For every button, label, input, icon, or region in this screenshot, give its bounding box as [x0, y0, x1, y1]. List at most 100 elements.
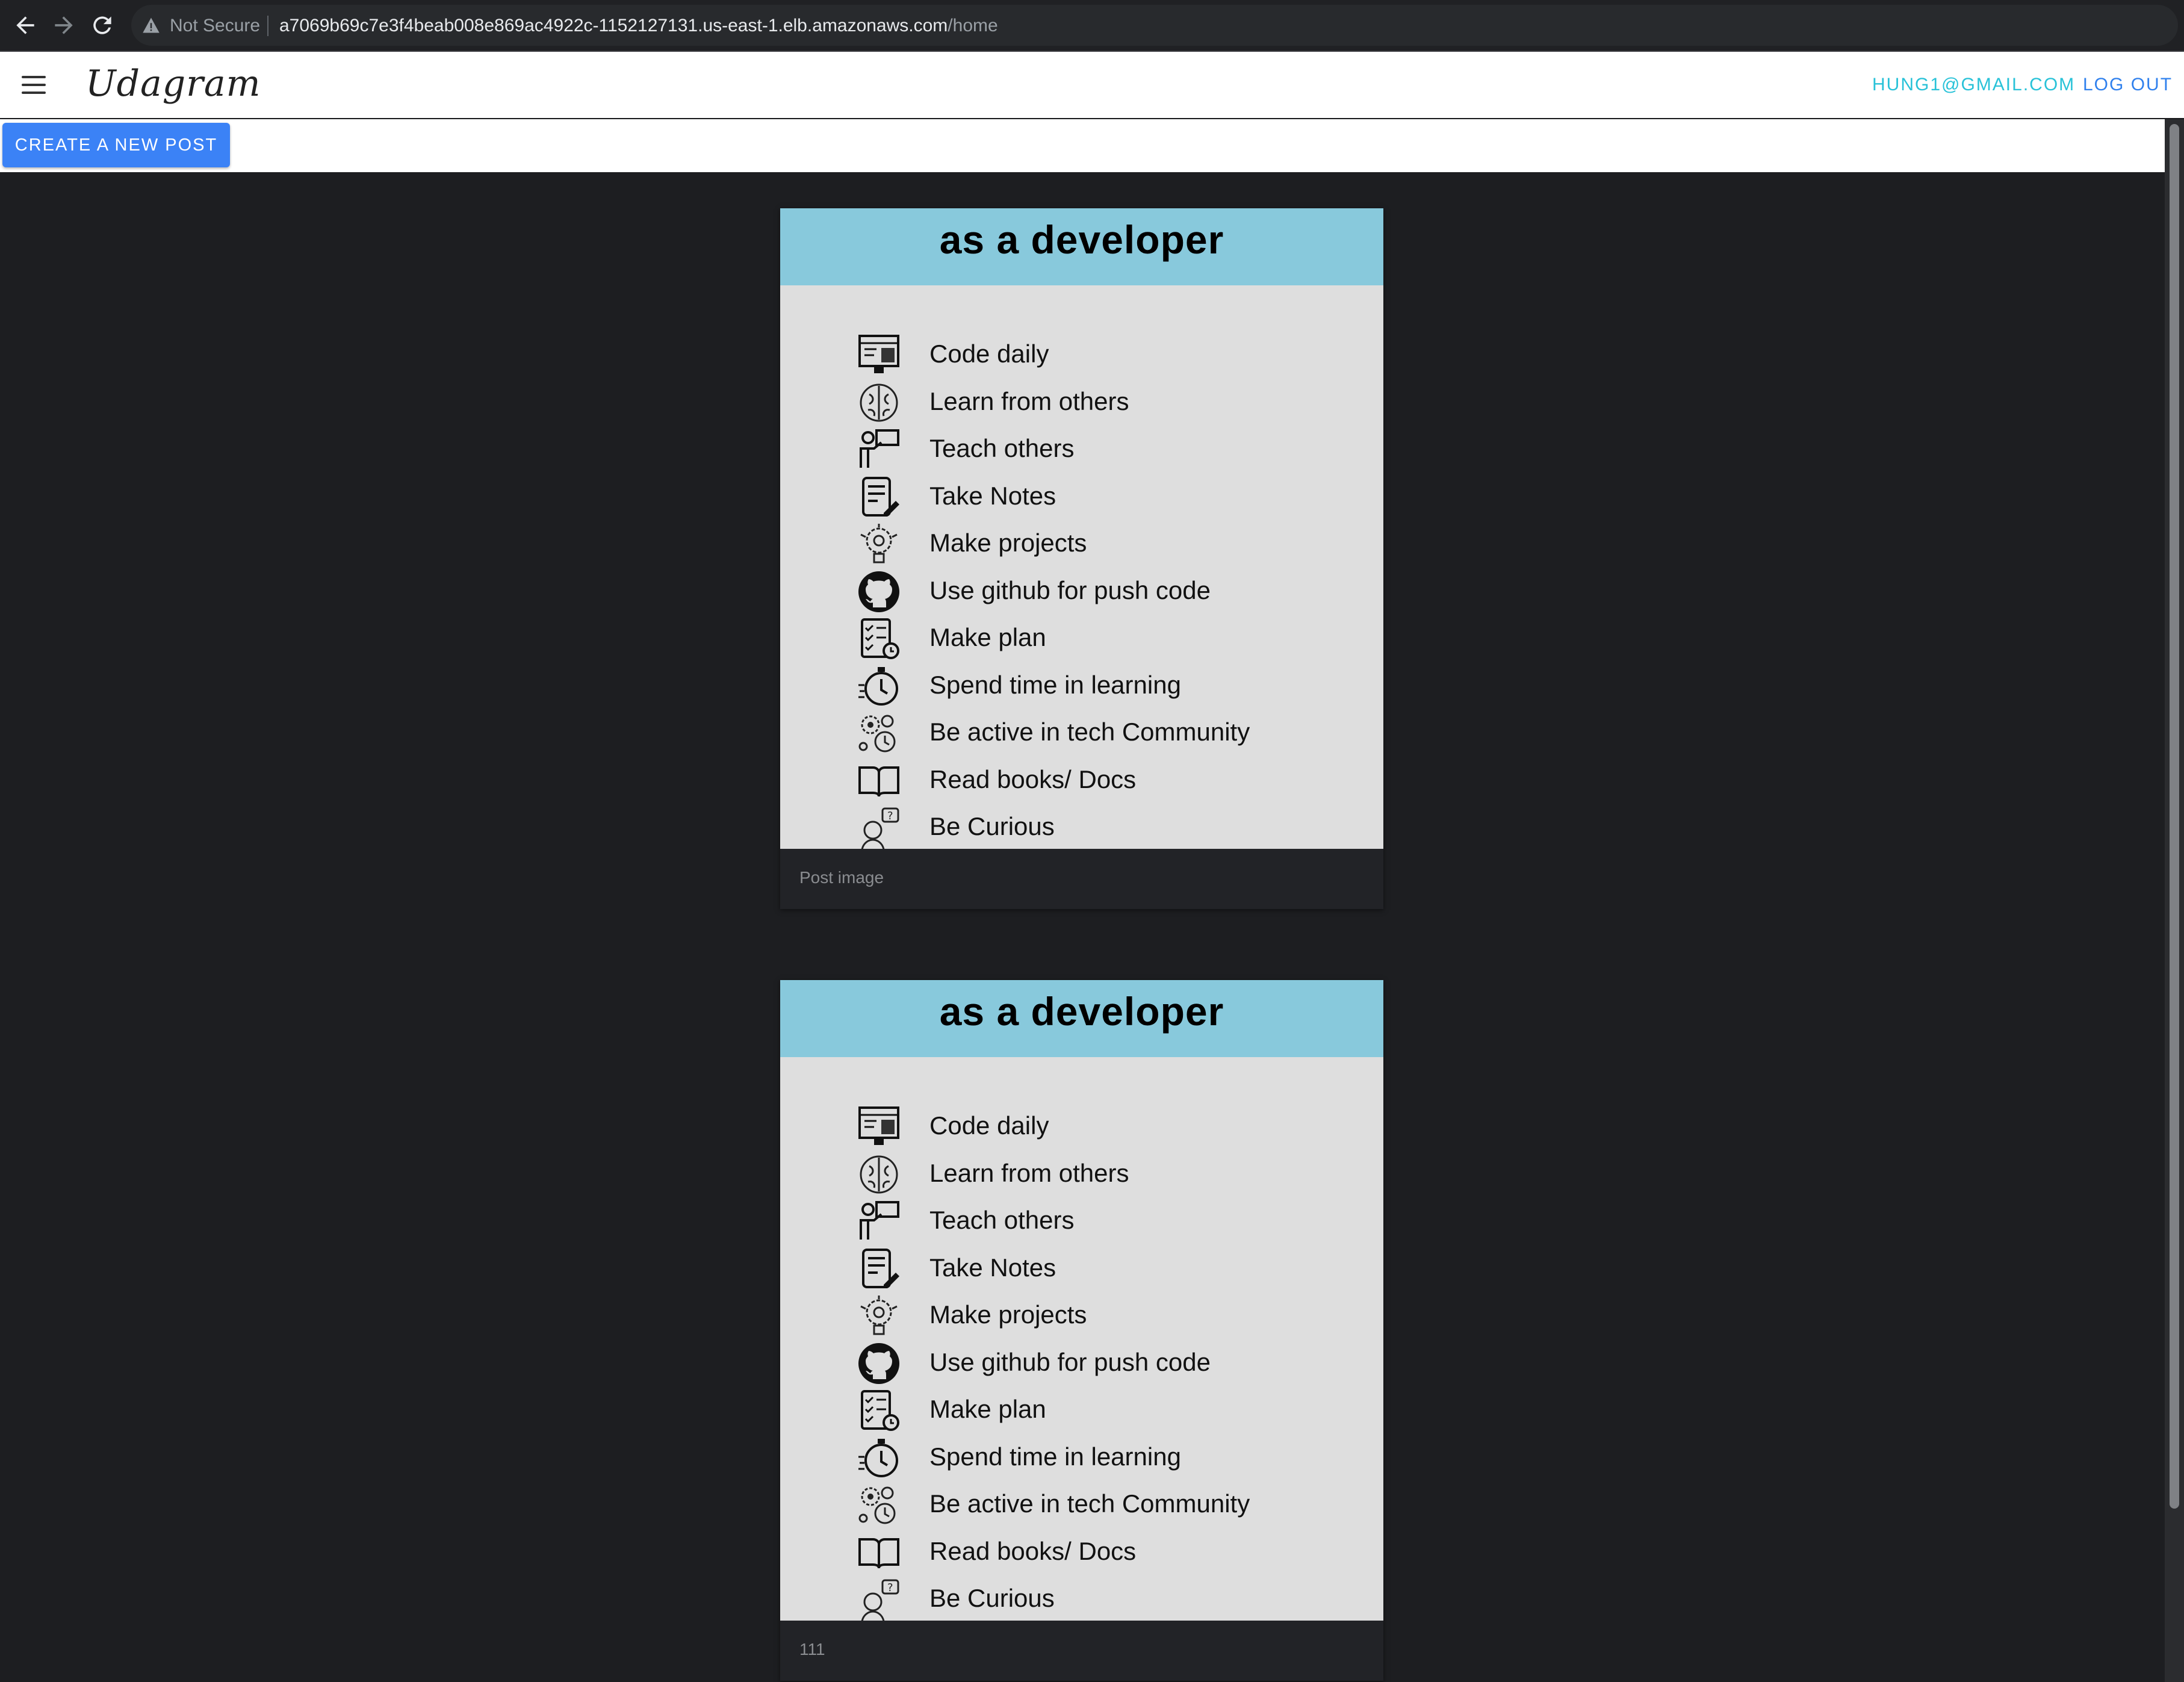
list-item-label: Code daily	[929, 340, 1049, 368]
community-gears-icon	[857, 712, 901, 755]
list-item-label: Teach others	[929, 434, 1075, 462]
image-list: Code daily Learn from others Teach other…	[857, 332, 1351, 849]
list-item-label: Make projects	[929, 1300, 1087, 1329]
book-icon	[857, 759, 901, 802]
list-item-label: Use github for push code	[929, 576, 1211, 604]
list-item-label: Read books/ Docs	[929, 1536, 1137, 1565]
list-item-label: Learn from others	[929, 1158, 1129, 1187]
list-item: Code daily	[857, 1104, 1351, 1152]
post-image: as a developer Code daily Learn from oth…	[780, 208, 1383, 849]
teacher-icon	[857, 428, 901, 471]
list-item-label: Make plan	[929, 1395, 1046, 1423]
list-item: Learn from others	[857, 1152, 1351, 1199]
notes-icon	[857, 1247, 901, 1291]
address-divider	[267, 16, 268, 36]
list-item-label: Code daily	[929, 1111, 1049, 1140]
list-item: Learn from others	[857, 380, 1351, 427]
image-banner: as a developer	[780, 208, 1383, 285]
list-item: Code daily	[857, 332, 1351, 380]
list-item-label: Use github for push code	[929, 1347, 1211, 1376]
checklist-icon	[857, 1389, 901, 1432]
list-item: Be active in tech Community	[857, 710, 1351, 758]
code-screen-icon	[857, 1105, 901, 1149]
list-item: Read books/ Docs	[857, 758, 1351, 805]
code-screen-icon	[857, 334, 901, 377]
scrollbar[interactable]	[2165, 119, 2184, 1682]
lightbulb-gear-icon	[857, 523, 901, 566]
post-caption: Post image	[799, 868, 884, 887]
url-host: a7069b69c7e3f4beab008e869ac4922c-1152127…	[279, 16, 948, 36]
forward-arrow-icon[interactable]	[51, 12, 77, 39]
brand-logo[interactable]: Udagram	[85, 63, 261, 105]
list-item: Teach others	[857, 427, 1351, 474]
logout-button[interactable]: LOG OUT	[2083, 75, 2173, 95]
curious-person-icon: ?	[857, 806, 901, 849]
browser-toolbar: Not Secure a7069b69c7e3f4beab008e869ac49…	[0, 0, 2184, 52]
teacher-icon	[857, 1200, 901, 1243]
list-item: Take Notes	[857, 474, 1351, 522]
list-item: ? Be Curious	[857, 805, 1351, 849]
list-item-label: Make projects	[929, 529, 1087, 557]
image-list: Code daily Learn from others Teach other…	[857, 1104, 1351, 1621]
github-icon	[857, 570, 901, 613]
list-item-label: Make plan	[929, 623, 1046, 651]
list-item: ? Be Curious	[857, 1577, 1351, 1621]
post-card: as a developer Code daily Learn from oth…	[780, 208, 1383, 909]
list-item: Use github for push code	[857, 569, 1351, 616]
list-item-label: Learn from others	[929, 386, 1129, 415]
list-item-label: Read books/ Docs	[929, 765, 1137, 793]
list-item-label: Take Notes	[929, 481, 1056, 510]
image-title: as a developer	[939, 989, 1224, 1034]
post-card: as a developer Code daily Learn from oth…	[780, 980, 1383, 1681]
curious-person-icon: ?	[857, 1578, 901, 1621]
list-item: Be active in tech Community	[857, 1482, 1351, 1530]
list-item-label: Be active in tech Community	[929, 718, 1250, 746]
list-item-label: Take Notes	[929, 1253, 1056, 1282]
github-icon	[857, 1342, 901, 1385]
brain-icon	[857, 1153, 901, 1196]
stopwatch-icon	[857, 1436, 901, 1480]
community-gears-icon	[857, 1483, 901, 1527]
address-bar[interactable]: Not Secure a7069b69c7e3f4beab008e869ac49…	[131, 5, 2178, 46]
list-item: Spend time in learning	[857, 663, 1351, 711]
list-item-label: Be Curious	[929, 812, 1055, 840]
url-text[interactable]: a7069b69c7e3f4beab008e869ac4922c-1152127…	[279, 16, 998, 36]
list-item-label: Spend time in learning	[929, 1442, 1181, 1471]
list-item: Read books/ Docs	[857, 1530, 1351, 1577]
list-item: Spend time in learning	[857, 1435, 1351, 1483]
user-email-link[interactable]: HUNG1@GMAIL.COM	[1872, 75, 2075, 95]
list-item: Make projects	[857, 1293, 1351, 1341]
svg-text:?: ?	[887, 1581, 893, 1594]
scrollbar-thumb[interactable]	[2170, 124, 2179, 1509]
book-icon	[857, 1531, 901, 1574]
post-caption: 111	[799, 1640, 825, 1659]
brain-icon	[857, 381, 901, 424]
list-item: Make plan	[857, 1388, 1351, 1435]
svg-text:?: ?	[887, 810, 893, 822]
back-arrow-icon[interactable]	[12, 12, 39, 39]
image-title: as a developer	[939, 217, 1224, 262]
list-item: Make plan	[857, 616, 1351, 663]
post-image: as a developer Code daily Learn from oth…	[780, 980, 1383, 1621]
notes-icon	[857, 476, 901, 519]
security-label[interactable]: Not Secure	[170, 16, 260, 36]
checklist-icon	[857, 617, 901, 660]
list-item: Make projects	[857, 521, 1351, 569]
stopwatch-icon	[857, 665, 901, 708]
list-item-label: Be Curious	[929, 1584, 1055, 1612]
list-item: Take Notes	[857, 1246, 1351, 1294]
list-item-label: Teach others	[929, 1206, 1075, 1234]
action-toolbar: CREATE A NEW POST	[0, 119, 2165, 172]
list-item-label: Spend time in learning	[929, 670, 1181, 699]
warning-icon[interactable]	[142, 17, 160, 34]
lightbulb-gear-icon	[857, 1294, 901, 1338]
image-banner: as a developer	[780, 980, 1383, 1057]
reload-icon[interactable]	[89, 12, 116, 39]
url-path: /home	[948, 16, 998, 36]
list-item-label: Be active in tech Community	[929, 1489, 1250, 1518]
list-item: Use github for push code	[857, 1341, 1351, 1388]
app-header: Udagram HUNG1@GMAIL.COM LOG OUT	[0, 52, 2184, 118]
hamburger-menu-icon[interactable]	[22, 76, 46, 94]
create-post-button[interactable]: CREATE A NEW POST	[2, 123, 230, 167]
list-item: Teach others	[857, 1199, 1351, 1246]
